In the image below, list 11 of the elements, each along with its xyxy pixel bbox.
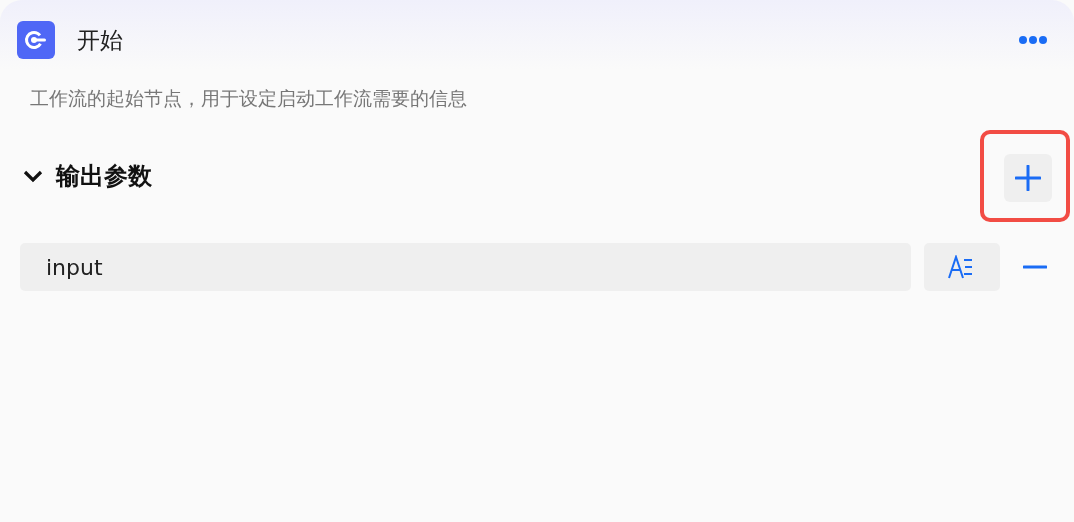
add-button[interactable] (1004, 154, 1052, 202)
chevron-icon[interactable] (22, 169, 44, 183)
plus-icon (1015, 165, 1041, 191)
parameter-name-field[interactable]: input (20, 243, 911, 291)
minus-icon (1023, 265, 1047, 269)
node-description: 工作流的起始节点，用于设定启动工作流需要的信息 (30, 86, 468, 111)
more-icon[interactable] (1018, 35, 1048, 45)
start-node-icon (17, 21, 55, 59)
node-title: 开始 (77, 25, 124, 55)
section-title: 输出参数 (56, 161, 153, 192)
type-button[interactable] (924, 243, 1000, 291)
